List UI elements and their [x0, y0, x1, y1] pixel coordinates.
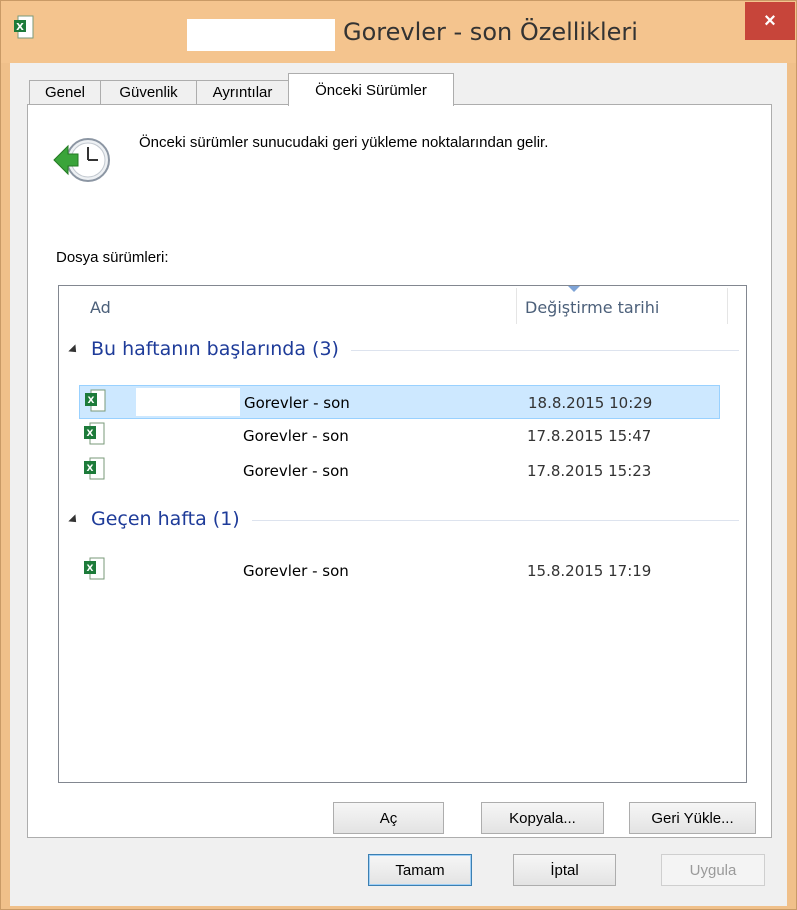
excel-file-icon: X [84, 557, 105, 580]
excel-file-icon: X [14, 15, 34, 39]
apply-button-label: Uygula [689, 861, 737, 879]
excel-file-icon: X [85, 389, 106, 412]
file-name: Gorevler - son [243, 462, 349, 480]
restore-button-label: Geri Yükle... [651, 809, 734, 827]
properties-window: X Gorevler - son Özellikleri × Genel Güv… [0, 0, 797, 910]
apply-button: Uygula [661, 854, 765, 886]
column-header-date-modified[interactable]: Değiştirme tarihi [525, 286, 725, 328]
redacted-region [136, 388, 240, 416]
ok-button[interactable]: Tamam [368, 854, 472, 886]
redacted-region [187, 19, 335, 51]
cancel-button-label: İptal [550, 861, 579, 879]
info-text: Önceki sürümler sunucudaki geri yükleme … [139, 134, 549, 151]
collapse-arrow-icon[interactable] [68, 514, 80, 526]
copy-button[interactable]: Kopyala... [481, 802, 604, 834]
file-date: 15.8.2015 17:19 [527, 562, 652, 580]
tab-previous-versions[interactable]: Önceki Sürümler [288, 73, 454, 106]
file-versions-list[interactable]: Ad Değiştirme tarihi Bu haftanın başları… [58, 285, 747, 783]
column-separator[interactable] [516, 288, 517, 324]
collapse-arrow-icon[interactable] [68, 344, 80, 356]
column-header-date-label: Değiştirme tarihi [525, 297, 660, 317]
group-header-earlier-this-week[interactable]: Bu haftanın başlarında (3) [68, 338, 739, 360]
group-header-last-week[interactable]: Geçen hafta (1) [68, 508, 739, 530]
svg-text:X: X [87, 564, 94, 574]
ok-button-label: Tamam [395, 861, 445, 879]
file-name: Gorevler - son [243, 427, 349, 445]
tab-general[interactable]: Genel [29, 80, 101, 104]
file-date: 17.8.2015 15:23 [527, 462, 652, 480]
restore-button[interactable]: Geri Yükle... [629, 802, 756, 834]
group-divider [350, 349, 739, 351]
svg-text:X: X [88, 396, 95, 406]
excel-file-icon: X [84, 422, 105, 445]
file-version-row[interactable]: X Gorevler - son 18.8.2015 10:29 [79, 385, 720, 419]
file-version-row[interactable]: X Gorevler - son 17.8.2015 15:47 [79, 419, 720, 453]
close-button[interactable]: × [745, 2, 795, 40]
open-button-label: Aç [379, 809, 398, 827]
group-divider [251, 519, 739, 521]
close-icon: × [764, 9, 776, 32]
svg-text:X: X [87, 429, 94, 439]
dialog-client-area: Genel Güvenlik Ayrıntılar Önceki Sürümle… [10, 63, 787, 906]
copy-button-label: Kopyala... [509, 809, 576, 827]
file-date: 18.8.2015 10:29 [528, 394, 653, 412]
title-bar[interactable]: X Gorevler - son Özellikleri × [1, 1, 796, 63]
file-version-row[interactable]: X Gorevler - son 15.8.2015 17:19 [79, 554, 720, 588]
file-name: Gorevler - son [243, 562, 349, 580]
svg-text:X: X [87, 464, 94, 474]
redacted-region [135, 456, 239, 484]
previous-versions-page: Önceki sürümler sunucudaki geri yükleme … [27, 104, 772, 838]
file-name: Gorevler - son [244, 394, 350, 412]
column-separator[interactable] [727, 288, 728, 324]
redacted-region [135, 421, 239, 449]
group-label: Geçen hafta (1) [91, 508, 240, 530]
tab-details[interactable]: Ayrıntılar [196, 80, 289, 104]
column-header-name[interactable]: Ad [90, 286, 490, 328]
file-version-row[interactable]: X Gorevler - son 17.8.2015 15:23 [79, 454, 720, 488]
file-versions-label: Dosya sürümleri: [56, 249, 169, 266]
file-date: 17.8.2015 15:47 [527, 427, 652, 445]
group-label: Bu haftanın başlarında (3) [91, 338, 339, 360]
column-header-name-label: Ad [90, 297, 111, 317]
open-button[interactable]: Aç [333, 802, 444, 834]
excel-file-icon: X [84, 457, 105, 480]
svg-text:X: X [16, 22, 24, 33]
tab-security[interactable]: Güvenlik [100, 80, 197, 104]
cancel-button[interactable]: İptal [513, 854, 616, 886]
restore-clock-icon [53, 138, 110, 182]
window-title: Gorevler - son Özellikleri [343, 18, 638, 46]
